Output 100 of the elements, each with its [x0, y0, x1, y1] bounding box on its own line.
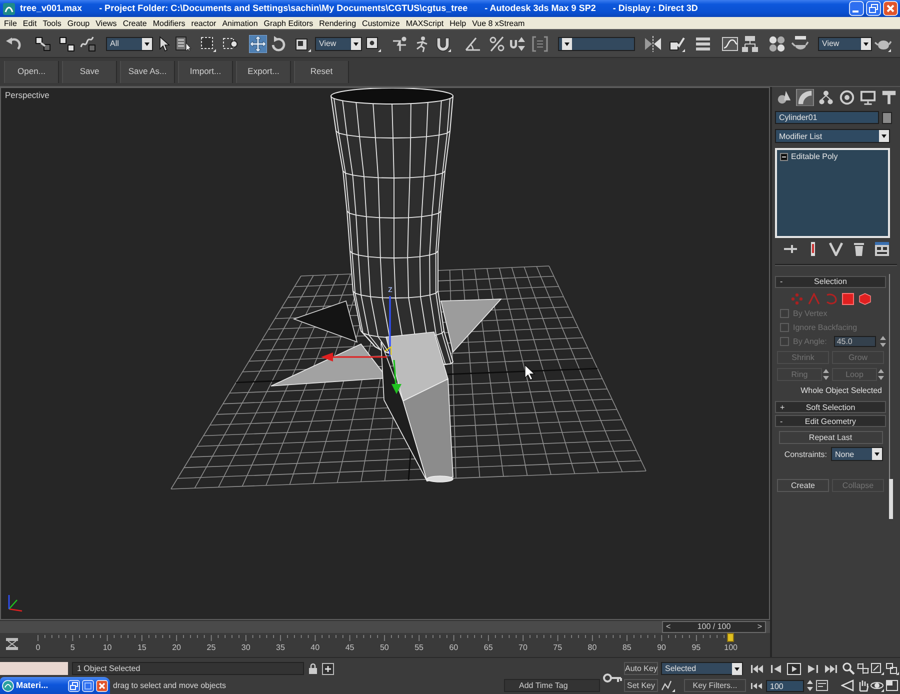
- pivot-icon[interactable]: [364, 34, 382, 52]
- stacked-squares-icon[interactable]: [884, 662, 899, 675]
- menu-item[interactable]: Create: [120, 18, 150, 28]
- swatch-icon[interactable]: [0, 662, 68, 675]
- hammer-icon[interactable]: [880, 89, 898, 106]
- modifier-list-dropdown[interactable]: Modifier List: [775, 129, 890, 143]
- close-icon[interactable]: [883, 1, 898, 16]
- percent-snap-icon[interactable]: [488, 34, 506, 52]
- zoom-icon[interactable]: [841, 662, 855, 675]
- restore-icon[interactable]: [68, 680, 80, 692]
- key-icon[interactable]: [603, 672, 622, 684]
- menu-item[interactable]: Views: [92, 18, 120, 28]
- move-gizmo[interactable]: [321, 296, 402, 394]
- select-list-icon[interactable]: [174, 34, 192, 52]
- layers-icon[interactable]: [694, 34, 712, 52]
- menu-item[interactable]: Edit: [20, 18, 40, 28]
- magnet-snap-icon[interactable]: [434, 34, 452, 52]
- swatch-icon[interactable]: [882, 112, 892, 124]
- menu-item[interactable]: reactor: [188, 18, 220, 28]
- file-button[interactable]: Save: [62, 61, 117, 83]
- set-key-button[interactable]: Set Key: [624, 679, 658, 692]
- link-icon[interactable]: [34, 34, 52, 52]
- target-circle-icon[interactable]: [838, 89, 856, 106]
- rollout-toggle[interactable]: -: [780, 416, 788, 426]
- rollout-header[interactable]: - Selection: [775, 276, 886, 288]
- rollout-header[interactable]: + Soft Selection: [775, 401, 886, 414]
- lock-icon[interactable]: [308, 662, 318, 674]
- spheres-icon[interactable]: [768, 34, 786, 52]
- file-button[interactable]: Export...: [236, 61, 291, 83]
- align-icon[interactable]: [668, 34, 686, 52]
- minus-box-icon[interactable]: [780, 152, 788, 160]
- close-icon[interactable]: [96, 680, 108, 692]
- panel-config-icon[interactable]: [874, 242, 889, 256]
- repeat-last-button[interactable]: Repeat Last: [778, 431, 882, 444]
- modifier-stack-item[interactable]: Editable Poly: [778, 151, 887, 162]
- skip-start-icon[interactable]: [750, 662, 764, 674]
- orbit-icon[interactable]: [870, 679, 884, 692]
- window-config-icon[interactable]: [816, 680, 828, 691]
- move-icon[interactable]: [249, 34, 267, 52]
- menu-item[interactable]: Modifiers: [150, 18, 188, 28]
- file-button[interactable]: Open...: [4, 61, 59, 83]
- element-icon[interactable]: [858, 293, 870, 305]
- file-button[interactable]: Save As...: [120, 61, 175, 83]
- curve-editor-icon[interactable]: [721, 34, 739, 52]
- panel-scrollbar[interactable]: [889, 274, 894, 519]
- rollout-toggle[interactable]: -: [780, 277, 788, 287]
- polygon-icon[interactable]: [842, 293, 854, 305]
- rectangle-selection-icon[interactable]: [199, 34, 217, 52]
- object-name-field[interactable]: Cylinder01: [775, 111, 879, 124]
- menu-item[interactable]: Customize: [359, 18, 403, 28]
- curve-key-icon[interactable]: [661, 679, 675, 692]
- menu-item[interactable]: Vue 8 xStream: [469, 18, 528, 28]
- square-plus-icon[interactable]: [322, 662, 334, 674]
- unlink-icon[interactable]: [58, 34, 76, 52]
- fork-icon[interactable]: [828, 242, 843, 256]
- previous-frame-arrow[interactable]: <: [666, 622, 671, 632]
- angle-snap-icon[interactable]: [464, 34, 482, 52]
- file-button[interactable]: Reset: [294, 61, 349, 83]
- next-frame-arrow[interactable]: >: [757, 622, 762, 632]
- menu-item[interactable]: Group: [64, 18, 93, 28]
- menu-item[interactable]: Graph Editors: [260, 18, 316, 28]
- selection-filter-dropdown[interactable]: All: [106, 36, 153, 50]
- skip-end-icon[interactable]: [824, 662, 838, 674]
- pin-icon[interactable]: [783, 242, 798, 256]
- vertex-dots-icon[interactable]: [790, 293, 802, 305]
- viewport-label[interactable]: Perspective: [5, 91, 50, 101]
- menu-item[interactable]: File: [1, 18, 20, 28]
- file-button[interactable]: Import...: [178, 61, 233, 83]
- square-diagonal-icon[interactable]: [870, 662, 884, 675]
- previous-frame-icon[interactable]: [768, 662, 782, 674]
- time-tag-field[interactable]: Add Time Tag: [504, 679, 600, 692]
- time-marker[interactable]: [727, 633, 734, 642]
- wave-link-icon[interactable]: [79, 34, 97, 52]
- key-mode-dropdown[interactable]: Selected: [661, 662, 743, 675]
- teapot-render-icon[interactable]: [791, 34, 809, 52]
- rollout-header[interactable]: - Edit Geometry: [775, 415, 886, 428]
- maximize-icon[interactable]: [82, 680, 94, 692]
- field-of-view-icon[interactable]: [841, 679, 855, 692]
- auto-key-button[interactable]: Auto Key: [624, 662, 658, 675]
- bracket-list-icon[interactable]: [531, 34, 549, 52]
- geometry-button[interactable]: Create: [777, 479, 829, 492]
- hierarchy-icon[interactable]: [816, 89, 834, 106]
- time-slider-thumb[interactable]: < 100 / 100 >: [662, 621, 766, 633]
- constraints-dropdown[interactable]: None: [831, 447, 883, 462]
- trash-icon[interactable]: [852, 242, 866, 256]
- time-slider-track[interactable]: < 100 / 100 >: [0, 620, 770, 633]
- menu-item[interactable]: Rendering: [316, 18, 360, 28]
- key-filters-button[interactable]: Key Filters...: [684, 679, 746, 692]
- manipulate-icon[interactable]: [391, 34, 409, 52]
- mirror-icon[interactable]: [644, 34, 662, 52]
- spinner-snap-icon[interactable]: [508, 34, 526, 52]
- rollout-toggle[interactable]: +: [780, 402, 788, 412]
- schematic-icon[interactable]: [741, 34, 759, 52]
- menu-item[interactable]: Animation: [219, 18, 261, 28]
- maximize-viewport-icon[interactable]: [884, 679, 899, 692]
- named-selection-dropdown[interactable]: [558, 36, 635, 50]
- hourglass-icon[interactable]: [5, 637, 19, 651]
- window-grid-icon[interactable]: [856, 662, 870, 675]
- minimized-window-bar[interactable]: Materi...: [0, 677, 110, 694]
- undo-icon[interactable]: [4, 34, 22, 52]
